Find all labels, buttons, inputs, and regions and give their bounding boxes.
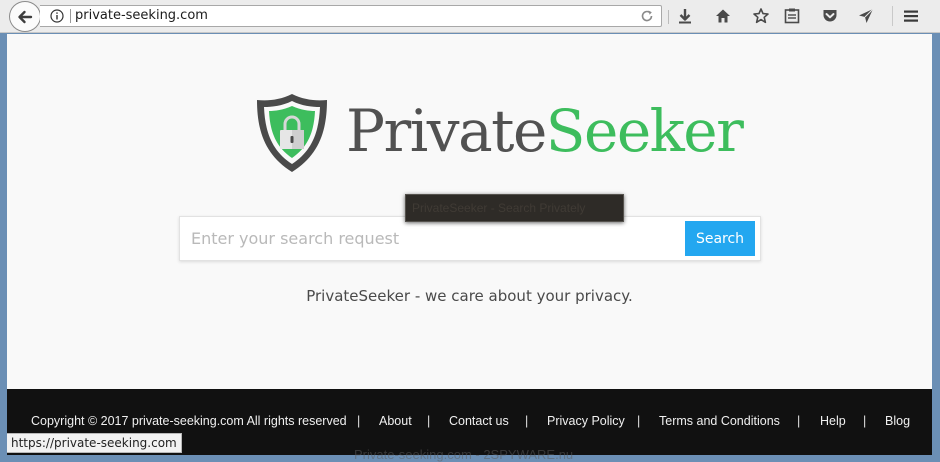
url-divider	[70, 9, 71, 23]
pocket-icon[interactable]	[821, 7, 839, 25]
page-content: PrivateSeeker Search PrivateSeeker - Sea…	[7, 34, 932, 455]
toolbar-separator	[892, 6, 893, 26]
home-icon[interactable]	[714, 7, 732, 25]
back-arrow-icon	[18, 10, 33, 23]
search-input[interactable]	[181, 218, 681, 259]
footer-separator: |	[525, 414, 529, 428]
footer-copyright: Copyright © 2017 private-seeking.com All…	[31, 414, 347, 428]
url-bar[interactable]: private-seeking.com	[40, 5, 669, 27]
site-logo[interactable]: PrivateSeeker	[253, 91, 744, 175]
logo-text-seeker: Seeker	[545, 97, 744, 165]
footer-link-about[interactable]: About	[379, 414, 412, 428]
watermark: Private-seeking.com - 2SPYWARE.nu	[354, 447, 574, 462]
footer-link-privacy[interactable]: Privacy Policy	[547, 414, 625, 428]
shield-lock-icon	[257, 94, 327, 172]
footer-link-blog[interactable]: Blog	[885, 414, 910, 428]
footer-link-help[interactable]: Help	[820, 414, 846, 428]
title-tooltip: PrivateSeeker - Search Privately	[405, 194, 624, 222]
footer-link-terms[interactable]: Terms and Conditions	[659, 414, 780, 428]
download-icon[interactable]	[676, 7, 694, 25]
tagline: PrivateSeeker - we care about your priva…	[306, 287, 633, 305]
footer-separator: |	[797, 414, 801, 428]
back-button[interactable]	[9, 1, 41, 32]
status-bar: https://private-seeking.com	[7, 433, 182, 453]
footer-separator: |	[357, 414, 361, 428]
footer-separator: |	[427, 414, 431, 428]
reload-icon[interactable]	[640, 9, 654, 23]
logo-wordmark: PrivateSeeker	[346, 101, 744, 161]
url-separator	[668, 10, 669, 24]
menu-icon[interactable]	[902, 7, 920, 25]
footer-separator: |	[863, 414, 867, 428]
url-text[interactable]: private-seeking.com	[75, 8, 208, 23]
browser-toolbar: private-seeking.com	[0, 0, 940, 33]
search-button[interactable]: Search	[685, 221, 755, 256]
send-icon[interactable]	[857, 7, 875, 25]
site-info-icon[interactable]	[50, 9, 64, 23]
footer-link-contact[interactable]: Contact us	[449, 414, 509, 428]
bookmark-star-icon[interactable]	[752, 7, 770, 25]
search-form: Search	[179, 216, 761, 261]
logo-text-private: Private	[346, 97, 547, 165]
footer-separator: |	[637, 414, 641, 428]
reader-view-icon[interactable]	[783, 7, 801, 25]
